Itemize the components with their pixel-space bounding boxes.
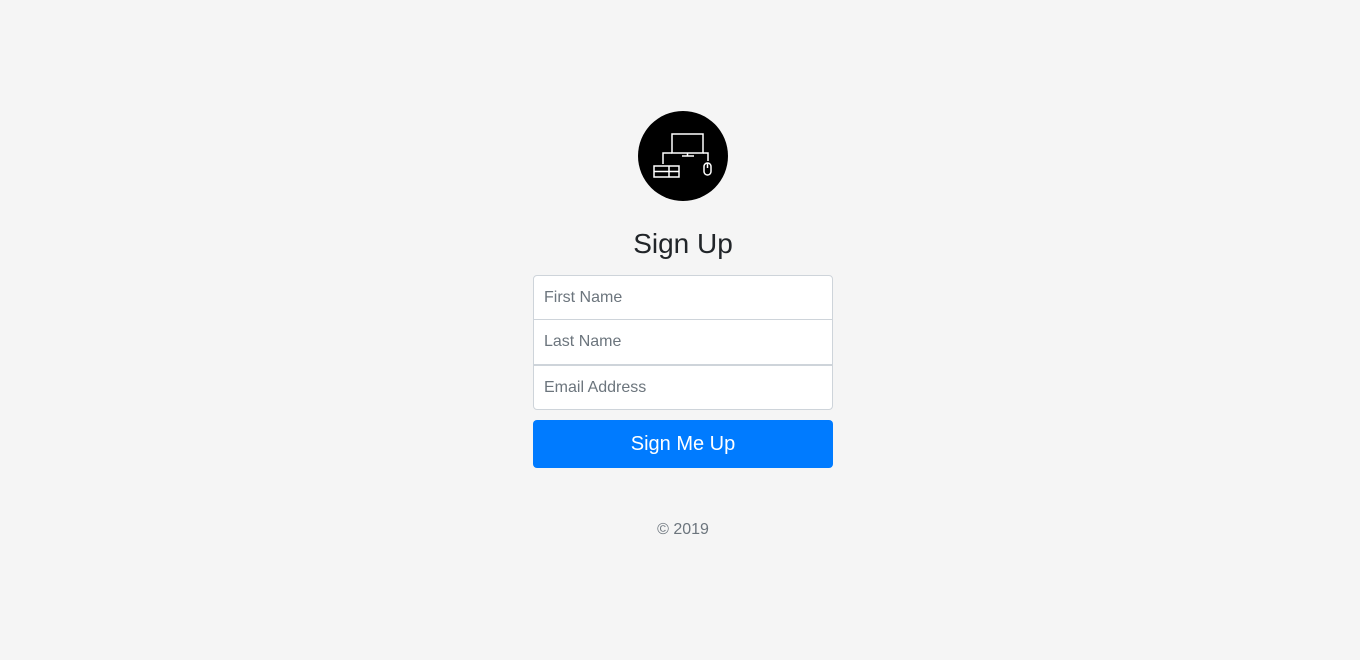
- last-name-field[interactable]: [533, 320, 833, 365]
- input-group: [533, 275, 833, 410]
- page-title: Sign Up: [633, 228, 733, 259]
- sign-me-up-button[interactable]: Sign Me Up: [533, 420, 833, 468]
- copyright-text: © 2019: [657, 521, 709, 538]
- first-name-field[interactable]: [533, 275, 833, 320]
- computer-network-icon: [653, 133, 712, 178]
- email-field[interactable]: [533, 365, 833, 410]
- signup-form: Sign Up Sign Me Up © 2019: [533, 111, 833, 539]
- logo: [638, 111, 728, 201]
